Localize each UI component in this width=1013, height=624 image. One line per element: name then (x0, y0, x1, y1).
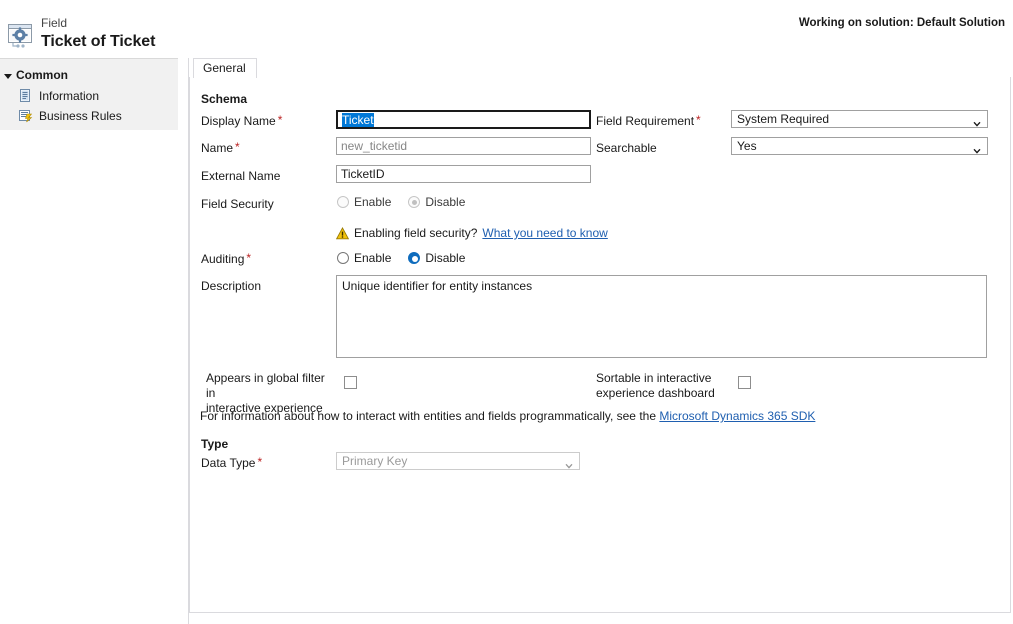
field-requirement-label: Field Requirement* (596, 114, 701, 128)
global-filter-checkbox[interactable] (344, 376, 357, 389)
sidebar-item-label: Business Rules (39, 109, 122, 123)
display-name-input[interactable] (336, 110, 591, 129)
page-header: Field Ticket of Ticket Working on soluti… (0, 0, 1013, 58)
data-type-label: Data Type* (201, 456, 262, 470)
chevron-down-icon (565, 458, 573, 466)
field-requirement-select[interactable]: System Required (731, 110, 988, 128)
field-form-panel: Schema Display Name* Field Requirement* … (189, 77, 1011, 613)
searchable-value: Yes (737, 139, 757, 153)
warning-triangle-icon (336, 227, 349, 240)
radio-label: Disable (425, 251, 465, 265)
field-security-enable-option: Enable (337, 195, 391, 209)
sidebar-item-label: Information (39, 89, 99, 103)
radio-circle-icon (408, 196, 420, 208)
sortable-checkbox[interactable] (738, 376, 751, 389)
auditing-disable-option[interactable]: Disable (408, 251, 465, 265)
tab-general[interactable]: General (193, 58, 257, 78)
searchable-select[interactable]: Yes (731, 137, 988, 155)
sidebar-item-business-rules[interactable]: Business Rules (18, 108, 122, 123)
radio-label: Disable (425, 195, 465, 209)
radio-circle-icon (337, 196, 349, 208)
field-security-warning: Enabling field security? What you need t… (336, 226, 608, 240)
sdk-info-line: For information about how to interact wi… (200, 409, 815, 423)
radio-label: Enable (354, 251, 391, 265)
chevron-down-icon (4, 74, 12, 79)
field-security-warning-text: Enabling field security? (354, 226, 477, 240)
description-textarea[interactable] (336, 275, 987, 358)
sidebar-group-label: Common (16, 68, 68, 82)
page-title: Ticket of Ticket (41, 32, 155, 52)
radio-circle-icon (408, 252, 420, 264)
what-you-need-to-know-link[interactable]: What you need to know (482, 226, 607, 240)
chevron-down-icon (973, 143, 981, 151)
solution-context-label: Working on solution: Default Solution (799, 17, 1005, 29)
required-marker: * (696, 113, 701, 127)
sidebar-item-information[interactable]: Information (18, 88, 99, 103)
radio-circle-icon (337, 252, 349, 264)
chevron-down-icon (973, 116, 981, 124)
field-security-disable-option: Disable (408, 195, 465, 209)
tabstrip: General (189, 58, 1011, 78)
radio-label: Enable (354, 195, 391, 209)
searchable-label: Searchable (596, 141, 657, 155)
name-input[interactable] (336, 137, 591, 155)
display-name-label: Display Name* (201, 114, 282, 128)
required-marker: * (257, 455, 262, 469)
required-marker: * (235, 140, 240, 154)
data-type-select: Primary Key (336, 452, 580, 470)
sortable-label: Sortable in interactive experience dashb… (596, 371, 731, 401)
type-section-title: Type (201, 437, 228, 451)
external-name-label: External Name (201, 169, 280, 183)
field-requirement-value: System Required (737, 112, 829, 126)
field-security-label: Field Security (201, 197, 274, 211)
business-rules-icon (18, 108, 33, 123)
auditing-enable-option[interactable]: Enable (337, 251, 391, 265)
entity-kicker: Field (41, 16, 155, 30)
sidebar-group-common[interactable]: Common (4, 68, 68, 82)
external-name-input[interactable] (336, 165, 591, 183)
data-type-value: Primary Key (342, 454, 407, 468)
description-label: Description (201, 279, 261, 293)
auditing-label: Auditing* (201, 252, 251, 266)
name-label: Name* (201, 141, 240, 155)
auditing-radio-group[interactable]: Enable Disable (337, 251, 482, 265)
required-marker: * (246, 251, 251, 265)
entity-field-gear-icon (7, 22, 35, 48)
field-security-radio-group[interactable]: Enable Disable (337, 195, 482, 209)
dynamics-365-sdk-link[interactable]: Microsoft Dynamics 365 SDK (659, 409, 815, 423)
information-page-icon (18, 88, 33, 103)
schema-section-title: Schema (201, 92, 247, 106)
sdk-info-text: For information about how to interact wi… (200, 409, 656, 423)
page-title-block: Field Ticket of Ticket (41, 16, 155, 52)
sidebar: Common Information (0, 59, 178, 130)
required-marker: * (278, 113, 283, 127)
